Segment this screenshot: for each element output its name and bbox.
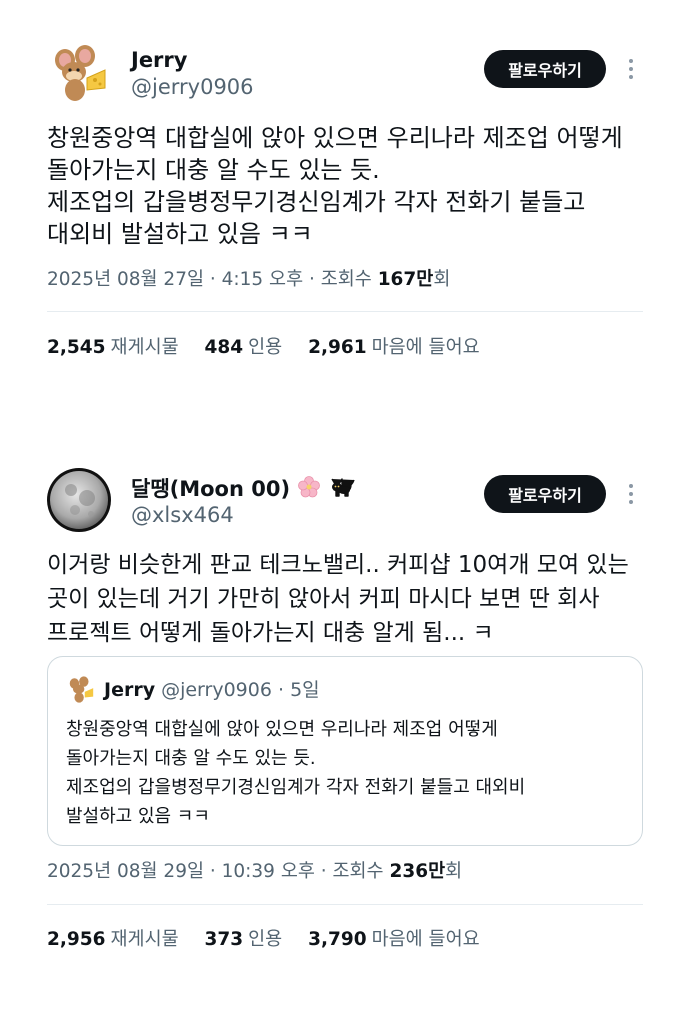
quoted-tweet[interactable]: Jerry @jerry0906 · 5일 창원중앙역 대합실에 앉아 있으면 우… [47, 656, 643, 846]
author-handle[interactable]: @xlsx464 [131, 502, 234, 528]
mouse-cartoon-icon [66, 675, 96, 705]
quoted-handle-time: @jerry0906 · 5일 [161, 679, 320, 701]
avatar-moon[interactable] [47, 468, 111, 532]
quoted-text: 창원중앙역 대합실에 앉아 있으면 우리나라 제조업 어떻게 돌아가는지 대충 … [66, 719, 526, 827]
author-name[interactable]: 달땡(Moon 00) [131, 477, 290, 501]
like-stat[interactable]: 3,790 마음에 들어요 [308, 929, 480, 950]
retweet-count: 2,956 [47, 929, 106, 950]
more-vertical-icon[interactable] [626, 484, 636, 508]
moon-icon [47, 468, 111, 532]
quoted-author-name: Jerry [104, 679, 156, 701]
like-count: 3,790 [308, 929, 367, 950]
retweet-stat[interactable]: 2,956 재게시물 [47, 929, 179, 950]
tweet-text: 이거랑 비슷한게 판교 테크노밸리.. 커피샵 10여개 모여 있는 곳이 있는… [47, 552, 629, 646]
quoted-avatar [66, 675, 96, 705]
black-cat-icon [329, 475, 355, 505]
retweet-label: 재게시물 [110, 929, 179, 950]
follow-button[interactable]: 팔로우하기 [484, 475, 606, 513]
tweet-reply: 달땡(Moon 00) @xlsx464 팔로우하기 이거랑 비슷한게 판교 테… [0, 0, 690, 1024]
quote-label: 인용 [248, 929, 283, 950]
author-name-row: 달땡(Moon 00) [131, 475, 355, 505]
tweet-meta: 2025년 08월 29일 · 10:39 오후 · 조회수 236만회 [47, 860, 462, 884]
quoted-header: Jerry @jerry0906 · 5일 [104, 677, 320, 703]
view-suffix: 회 [445, 861, 463, 882]
timestamp-views-prefix[interactable]: 2025년 08월 29일 · 10:39 오후 · 조회수 [47, 861, 389, 882]
tweet-stats: 2,956 재게시물 373 인용 3,790 마음에 들어요 [47, 928, 500, 952]
cherry-blossom-icon [297, 475, 321, 505]
like-label: 마음에 들어요 [371, 929, 480, 950]
divider [47, 904, 643, 905]
quote-count: 373 [204, 929, 244, 950]
view-count: 236만 [389, 861, 446, 882]
quote-stat[interactable]: 373 인용 [205, 929, 283, 950]
